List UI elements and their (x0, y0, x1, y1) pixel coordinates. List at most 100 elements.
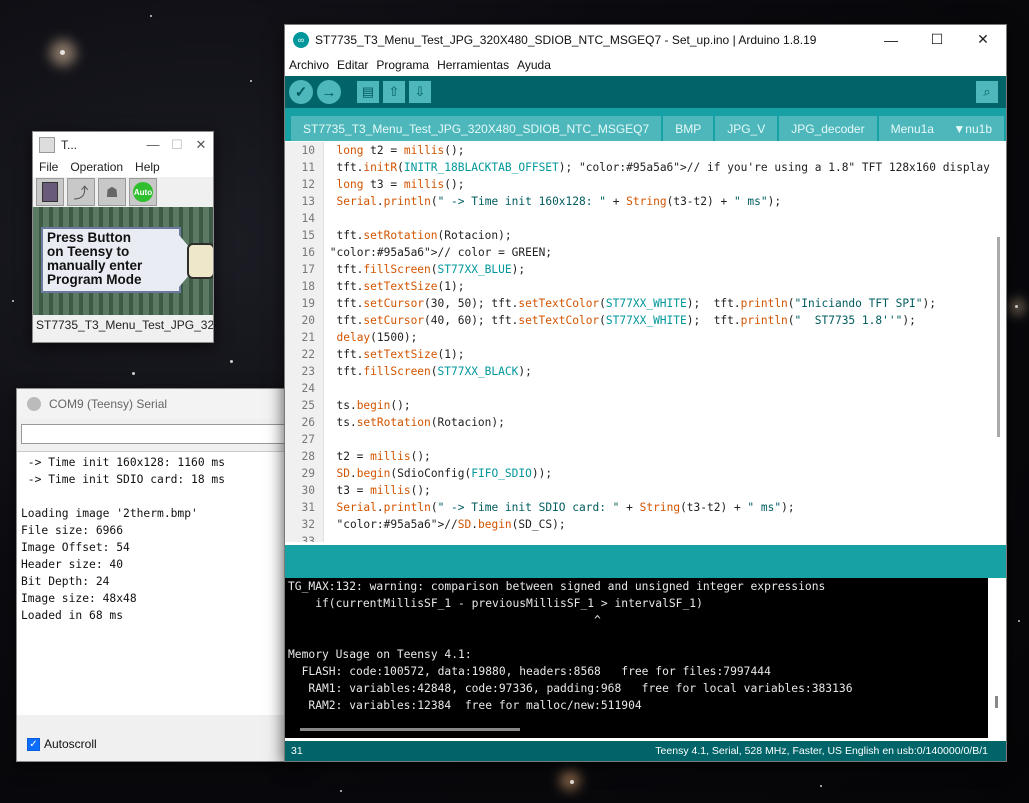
code-editor[interactable]: 10 long t2 = millis(); 11 tft.initR(INITR… (285, 142, 990, 542)
console-h-scroll-thumb[interactable] (300, 728, 520, 731)
status-line-number: 31 (291, 745, 303, 757)
menu-programa[interactable]: Programa (372, 58, 433, 72)
serial-line: -> Time init SDIO card: 18 ms (21, 473, 226, 486)
console-line: RAM1: variables:42848, code:97336, paddi… (288, 682, 853, 695)
arduino-logo-icon: ∞ (293, 31, 309, 48)
autoscroll-checkbox[interactable]: ✓ (27, 737, 40, 751)
console-scroll-thumb[interactable] (995, 696, 998, 708)
serial-title-bar[interactable]: COM9 (Teensy) Serial (17, 389, 307, 419)
serial-send-input[interactable] (21, 424, 303, 444)
serial-monitor-button[interactable]: ⌕ (976, 81, 998, 103)
code-line[interactable]: 15 tft.setRotation(Rotacion); (285, 227, 990, 244)
code-line[interactable]: 13 Serial.println(" -> Time init 160x128… (285, 193, 990, 210)
close-icon[interactable]: ✕ (960, 31, 1006, 48)
code-line[interactable]: 18 tft.setTextSize(1); (285, 278, 990, 295)
code-line[interactable]: 17 tft.fillScreen(ST77XX_BLUE); (285, 261, 990, 278)
maximize-icon[interactable]: ☐ (914, 31, 960, 48)
checkmark-icon: ✓ (294, 84, 308, 101)
serial-monitor-window[interactable]: COM9 (Teensy) Serial -> Time init 160x12… (16, 388, 308, 762)
message-bar (285, 545, 1006, 578)
serial-line: Loading image '2therm.bmp' (21, 507, 198, 520)
editor-scroll-thumb[interactable] (997, 237, 1000, 437)
program-button[interactable]: ⤴ (67, 178, 95, 206)
code-line[interactable]: 29 SD.begin(SdioConfig(FIFO_SDIO)); (285, 465, 990, 482)
code-line[interactable]: 24 (285, 380, 990, 397)
tab-jpg-decoder[interactable]: JPG_decoder (779, 116, 877, 141)
menu-archivo[interactable]: Archivo (285, 58, 333, 72)
code-line[interactable]: 33 (285, 533, 990, 542)
tab-jpg-v[interactable]: JPG_V (715, 116, 778, 141)
code-line[interactable]: 30 t3 = millis(); (285, 482, 990, 499)
ide-title-bar[interactable]: ∞ ST7735_T3_Menu_Test_JPG_320X480_SDIOB_… (285, 25, 1006, 54)
tab-overflow-menu[interactable]: ▼nu1b (941, 116, 1004, 141)
code-line[interactable]: 11 tft.initR(INITR_18BLACKTAB_OFFSET); "… (285, 159, 990, 176)
code-text: t2 = millis(); (323, 450, 431, 463)
build-console[interactable]: TG_MAX:132: warning: comparison between … (285, 578, 988, 738)
tab-bmp[interactable]: BMP (663, 116, 714, 141)
code-text: tft.fillScreen(ST77XX_BLUE); (323, 263, 526, 276)
console-line: RAM2: variables:12384 free for malloc/ne… (288, 699, 642, 712)
ide-toolbar: ✓ → ▤ ⇧ ⇩ ⌕ (285, 76, 1006, 108)
serial-line: File size: 6966 (21, 524, 124, 537)
code-line[interactable]: 23 tft.fillScreen(ST77XX_BLACK); (285, 363, 990, 380)
auto-mode-button[interactable]: Auto (129, 178, 157, 206)
console-line: FLASH: code:100572, data:19880, headers:… (288, 665, 771, 678)
menu-editar[interactable]: Editar (333, 58, 372, 72)
code-line[interactable]: 22 tft.setTextSize(1); (285, 346, 990, 363)
editor-scrollbar[interactable] (994, 142, 1002, 542)
auto-icon: Auto (133, 182, 153, 202)
teensy-loader-window[interactable]: T... — ☐ ✕ File Operation Help ⤴ ☗ Auto … (32, 131, 214, 343)
line-number: 26 (301, 416, 315, 429)
teensy-menu-help[interactable]: Help (129, 160, 166, 174)
console-lines: TG_MAX:132: warning: comparison between … (285, 578, 988, 714)
code-line[interactable]: 27 (285, 431, 990, 448)
arduino-ide-window[interactable]: ∞ ST7735_T3_Menu_Test_JPG_320X480_SDIOB_… (284, 24, 1007, 762)
board-button-icon (187, 243, 213, 279)
tab-menu1a[interactable]: Menu1a (878, 116, 946, 141)
code-line[interactable]: 26 ts.setRotation(Rotacion); (285, 414, 990, 431)
magnifier-icon: ⌕ (983, 84, 991, 99)
code-line[interactable]: 16 "color:#95a5a6">// color = GREEN; (285, 244, 990, 261)
code-line[interactable]: 31 Serial.println(" -> Time init SDIO ca… (285, 499, 990, 516)
reboot-button[interactable]: ☗ (98, 178, 126, 206)
console-scrollbar[interactable] (988, 578, 1006, 738)
console-line: TG_MAX:132: warning: comparison between … (288, 580, 826, 593)
code-line[interactable]: 12 long t3 = millis(); (285, 176, 990, 193)
code-line[interactable]: 20 tft.setCursor(40, 60); tft.setTextCol… (285, 312, 990, 329)
upload-button[interactable]: → (317, 80, 341, 104)
code-text: Serial.println(" -> Time init SDIO card:… (336, 501, 795, 514)
serial-line: -> Time init 160x128: 1160 ms (21, 456, 226, 469)
line-number: 18 (301, 280, 315, 293)
line-number: 10 (301, 144, 315, 157)
menu-herramientas[interactable]: Herramientas (433, 58, 513, 72)
line-number: 24 (301, 382, 315, 395)
autoscroll-label[interactable]: Autoscroll (44, 737, 97, 751)
code-line[interactable]: 25 ts.begin(); (285, 397, 990, 414)
code-line[interactable]: 19 tft.setCursor(30, 50); tft.setTextCol… (285, 295, 990, 312)
new-sketch-button[interactable]: ▤ (357, 81, 379, 103)
code-text: ts.setRotation(Rotacion); (323, 416, 505, 429)
serial-output[interactable]: -> Time init 160x128: 1160 ms -> Time in… (17, 451, 307, 715)
teensy-menu-file[interactable]: File (33, 160, 64, 174)
code-line[interactable]: 14 (285, 210, 990, 227)
serial-line: Header size: 40 (21, 558, 124, 571)
code-line[interactable]: 32 "color:#95a5a6">//SD.begin(SD_CS); (285, 516, 990, 533)
code-line[interactable]: 10 long t2 = millis(); (285, 142, 990, 159)
code-line[interactable]: 28 t2 = millis(); (285, 448, 990, 465)
open-sketch-button[interactable]: ⇧ (383, 81, 405, 103)
verify-button[interactable]: ✓ (289, 80, 313, 104)
teensy-menu-operation[interactable]: Operation (64, 160, 129, 174)
save-sketch-button[interactable]: ⇩ (409, 81, 431, 103)
status-board-info: Teensy 4.1, Serial, 528 MHz, Faster, US … (655, 745, 988, 757)
tab-main-sketch[interactable]: ST7735_T3_Menu_Test_JPG_320X480_SDIOB_NT… (291, 116, 662, 141)
minimize-icon[interactable]: — (141, 137, 165, 152)
open-hex-button[interactable] (36, 178, 64, 206)
teensy-title-bar[interactable]: T... — ☐ ✕ (33, 132, 213, 157)
code-text: t3 = millis(); (323, 484, 431, 497)
autoscroll-row: ✓ Autoscroll (17, 727, 317, 761)
minimize-icon[interactable]: — (868, 32, 914, 48)
menu-ayuda[interactable]: Ayuda (513, 58, 555, 72)
maximize-icon[interactable]: ☐ (165, 137, 189, 153)
code-line[interactable]: 21 delay(1500); (285, 329, 990, 346)
close-icon[interactable]: ✕ (189, 137, 213, 153)
